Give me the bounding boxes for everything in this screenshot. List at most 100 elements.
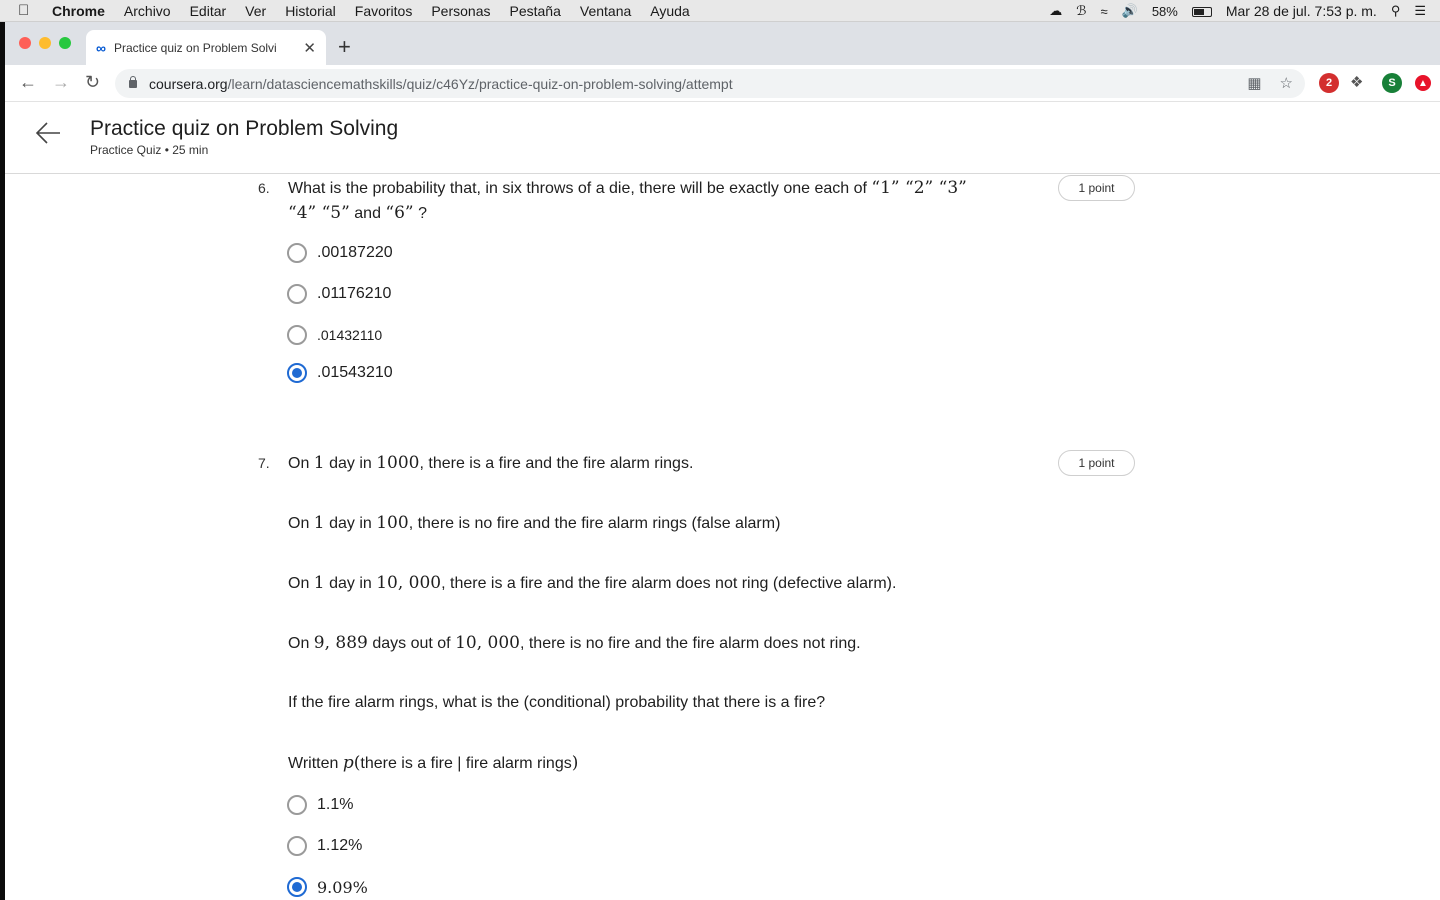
forward-icon[interactable]: →: [52, 72, 70, 93]
profile-avatar[interactable]: S: [1382, 73, 1402, 93]
notification-center-icon[interactable]: ☰: [1414, 3, 1426, 19]
points-badge: 1 point: [1058, 450, 1135, 476]
window-controls: [19, 37, 79, 49]
lock-icon[interactable]: [129, 75, 137, 88]
math-number: 9, 889: [313, 633, 368, 653]
option-label: .01432110: [317, 327, 383, 343]
text: On: [288, 455, 310, 472]
extension-badge-icon[interactable]: 2: [1319, 73, 1339, 93]
points-badge: 1 point: [1058, 175, 1135, 201]
menubar-datetime[interactable]: Mar 28 de jul. 7:53 p. m.: [1226, 3, 1377, 19]
volume-icon[interactable]: 🔊: [1122, 3, 1138, 19]
back-icon[interactable]: ←: [19, 72, 37, 93]
back-arrow-icon[interactable]: [32, 116, 64, 148]
battery-icon[interactable]: [1191, 4, 1212, 19]
url-domain: coursera.org: [149, 75, 228, 92]
answer-option[interactable]: .01176210: [287, 284, 391, 304]
reload-icon[interactable]: ↻: [85, 72, 100, 93]
close-window-button[interactable]: [19, 37, 31, 49]
question-text-part: What is the probability that, in six thr…: [288, 180, 867, 197]
question-paragraph: On 1 day in 100, there is no fire and th…: [288, 511, 780, 536]
math-number: 10, 000: [455, 633, 520, 653]
radio-button[interactable]: [287, 325, 307, 345]
profile-initial: S: [1388, 77, 1396, 89]
text: day in: [329, 575, 372, 592]
option-label: .01176210: [317, 285, 392, 302]
option-label: .01543210: [317, 364, 393, 381]
coursera-favicon-icon: ∞: [96, 39, 106, 56]
text: , there is no fire and the fire alarm ri…: [408, 515, 781, 532]
tab-title: Practice quiz on Problem Solvi: [113, 40, 277, 55]
update-icon[interactable]: ▲: [1415, 75, 1431, 91]
question-paragraph: On 1 day in 10, 000, there is a fire and…: [288, 571, 896, 596]
text: On: [288, 635, 310, 652]
answer-option[interactable]: .01432110: [287, 325, 382, 345]
menu-ver[interactable]: Ver: [245, 3, 266, 19]
menu-ayuda[interactable]: Ayuda: [650, 3, 689, 19]
question-paragraph: On 9, 889 days out of 10, 000, there is …: [288, 631, 861, 656]
math-number: 1: [313, 513, 325, 533]
extensions-puzzle-icon[interactable]: ❖: [1350, 73, 1363, 91]
cloud-icon[interactable]: ☁: [1049, 3, 1062, 19]
question-math: “1” “2” “3”: [871, 178, 967, 198]
text: On: [288, 575, 310, 592]
quiz-header: Practice quiz on Problem Solving Practic…: [5, 102, 1440, 174]
menu-favoritos[interactable]: Favoritos: [355, 3, 413, 19]
menu-chrome[interactable]: Chrome: [52, 3, 105, 19]
math-number: 1: [313, 453, 325, 473]
menu-personas[interactable]: Personas: [431, 3, 490, 19]
question-math: “6”: [385, 203, 414, 223]
answer-option[interactable]: .00187220: [287, 243, 393, 263]
radio-button[interactable]: [287, 836, 307, 856]
apple-icon[interactable]: : [18, 2, 36, 19]
new-tab-button[interactable]: +: [338, 34, 351, 60]
question-text-part: ?: [418, 205, 427, 222]
menu-editar[interactable]: Editar: [190, 3, 227, 19]
text: day in: [329, 515, 372, 532]
radio-button[interactable]: [287, 243, 307, 263]
mac-menu-bar:  Chrome Archivo Editar Ver Historial Fa…: [0, 0, 1440, 22]
radio-button[interactable]: [287, 284, 307, 304]
maximize-window-button[interactable]: [59, 37, 71, 49]
math-variable: p: [342, 753, 354, 773]
answer-option[interactable]: 1.12%: [287, 836, 362, 856]
text: , there is no fire and the fire alarm do…: [519, 635, 861, 652]
answer-option-selected[interactable]: 9.09%: [287, 877, 368, 897]
text: days out of: [372, 635, 451, 652]
bluetooth-icon[interactable]: ℬ: [1076, 3, 1086, 19]
math-number: 100: [376, 513, 409, 533]
address-bar[interactable]: coursera.org/learn/datasciencemathskills…: [115, 69, 1305, 98]
question-text: What is the probability that, in six thr…: [288, 176, 1028, 226]
browser-tab-active[interactable]: ∞ Practice quiz on Problem Solvi ✕: [86, 30, 326, 65]
translate-icon[interactable]: ▦: [1247, 74, 1261, 92]
text: there is a fire | fire alarm rings: [360, 755, 572, 772]
menu-archivo[interactable]: Archivo: [124, 3, 171, 19]
option-label: .00187220: [317, 244, 393, 261]
text: Written: [288, 755, 339, 772]
tab-close-icon[interactable]: ✕: [303, 39, 316, 57]
question-number: 7.: [258, 455, 270, 471]
question-paragraph: On 1 day in 1000, there is a fire and th…: [288, 451, 693, 476]
spotlight-search-icon[interactable]: ⚲: [1391, 3, 1401, 19]
minimize-window-button[interactable]: [39, 37, 51, 49]
radio-button[interactable]: [287, 795, 307, 815]
option-label: 1.12%: [317, 837, 363, 854]
browser-tab-strip: ∞ Practice quiz on Problem Solvi ✕ +: [5, 22, 1440, 65]
answer-option[interactable]: 1.1%: [287, 795, 353, 815]
text: , there is a fire and the fire alarm rin…: [419, 455, 694, 472]
quiz-content: 6. What is the probability that, in six …: [5, 175, 1440, 900]
math-number: 1: [313, 573, 325, 593]
page-title: Practice quiz on Problem Solving: [90, 117, 399, 140]
menu-historial[interactable]: Historial: [285, 3, 336, 19]
page-subtitle: Practice Quiz • 25 min: [90, 143, 209, 157]
menu-pestana[interactable]: Pestaña: [510, 3, 561, 19]
radio-button-checked[interactable]: [287, 363, 307, 383]
battery-percent: 58%: [1151, 3, 1178, 19]
menu-ventana[interactable]: Ventana: [580, 3, 631, 19]
math-paren: ): [571, 753, 579, 773]
wifi-icon[interactable]: ≈: [1100, 4, 1107, 19]
bookmark-star-icon[interactable]: ☆: [1280, 74, 1293, 92]
radio-button-checked[interactable]: [287, 877, 307, 897]
answer-option-selected[interactable]: .01543210: [287, 363, 393, 383]
browser-toolbar: ← → ↻ coursera.org/learn/datasciencemath…: [5, 65, 1440, 102]
